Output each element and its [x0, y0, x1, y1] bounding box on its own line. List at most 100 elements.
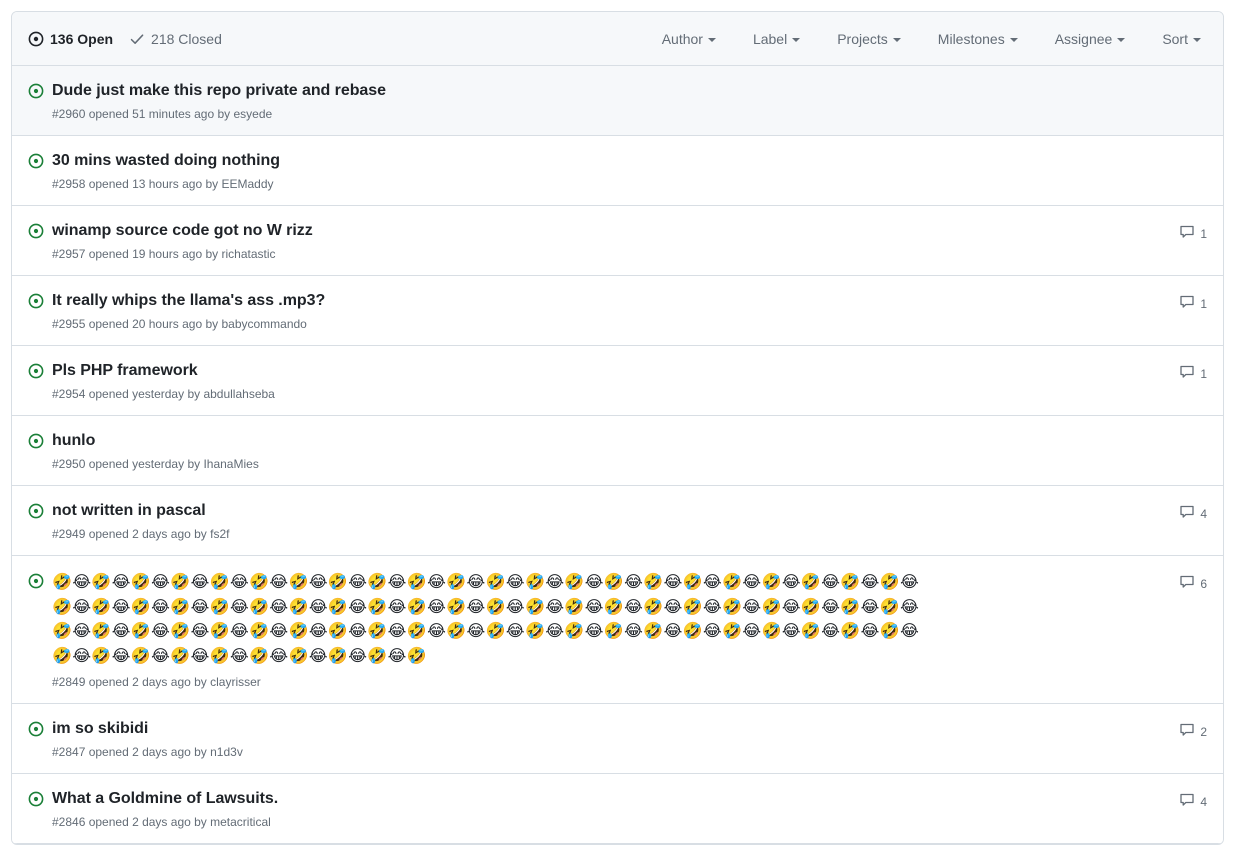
issue-title-link[interactable]: 🤣😂🤣😂🤣😂🤣😂🤣😂🤣😂🤣😂🤣😂🤣😂🤣😂🤣😂🤣😂🤣😂🤣😂🤣😂🤣😂🤣😂🤣😂🤣😂🤣😂…	[52, 570, 932, 668]
issue-row[interactable]: winamp source code got no W rizz #2957 op…	[12, 206, 1223, 276]
issue-row-main: Pls PHP framework #2954 opened yesterday …	[52, 360, 1161, 402]
issue-meta: #2950 opened yesterday by IhanaMies	[52, 457, 259, 471]
comment-count-value: 1	[1200, 226, 1207, 241]
closed-issues-count-label: 218 Closed	[151, 30, 222, 47]
issue-comment-count[interactable]: 4	[1173, 500, 1207, 523]
issue-meta: #2960 opened 51 minutes ago by esyede	[52, 107, 273, 121]
issue-row-main: Dude just make this repo private and reb…	[52, 80, 1161, 122]
comment-icon	[1179, 364, 1195, 383]
issue-opened-icon	[28, 788, 44, 807]
chevron-down-icon	[1009, 37, 1018, 42]
comment-count-value: 6	[1200, 576, 1207, 591]
issue-row[interactable]: hunlo #2950 opened yesterday by IhanaMies	[12, 416, 1223, 486]
issue-comment-count[interactable]: 1	[1173, 360, 1207, 383]
issue-row[interactable]: Dude just make this repo private and reb…	[12, 66, 1223, 136]
issue-title-link[interactable]: Dude just make this repo private and reb…	[52, 80, 1161, 101]
comment-icon	[1179, 792, 1195, 811]
issue-meta: #2955 opened 20 hours ago by babycommand…	[52, 317, 307, 331]
issues-list-header: 136 Open 218 Closed Author Label Project…	[12, 12, 1223, 66]
issue-row[interactable]: Pls PHP framework #2954 opened yesterday …	[12, 346, 1223, 416]
issue-meta: #2846 opened 2 days ago by metacritical	[52, 815, 271, 830]
open-issues-count-label: 136 Open	[50, 30, 114, 47]
issue-opened-icon	[28, 500, 44, 519]
comment-icon	[1179, 574, 1195, 593]
chevron-down-icon	[792, 37, 801, 42]
issue-meta: #2954 opened yesterday by abdullahseba	[52, 387, 275, 401]
issue-row[interactable]: What a Goldmine of Lawsuits. #2846 opened…	[12, 774, 1223, 845]
issues-list-container: 136 Open 218 Closed Author Label Project…	[11, 11, 1224, 846]
comment-icon	[1179, 504, 1195, 523]
filter-open-issues[interactable]: 136 Open	[28, 31, 113, 47]
issue-row-main: 🤣😂🤣😂🤣😂🤣😂🤣😂🤣😂🤣😂🤣😂🤣😂🤣😂🤣😂🤣😂🤣😂🤣😂🤣😂🤣😂🤣😂🤣😂🤣😂🤣😂…	[52, 570, 1161, 690]
issue-title-link[interactable]: winamp source code got no W rizz	[52, 220, 1161, 241]
state-filter-group: 136 Open 218 Closed	[28, 31, 662, 47]
filter-dropdown-milestones[interactable]: Milestones	[938, 31, 1018, 47]
issue-row-main: winamp source code got no W rizz #2957 op…	[52, 220, 1161, 262]
issue-meta: #2849 opened 2 days ago by clayrisser	[52, 675, 261, 690]
issue-meta: #2949 opened 2 days ago by fs2f	[52, 527, 230, 541]
filter-dropdown-author[interactable]: Author	[662, 31, 716, 47]
issue-row[interactable]: im so skibidi #2847 opened 2 days ago by …	[12, 704, 1223, 775]
issue-row-main: im so skibidi #2847 opened 2 days ago by …	[52, 718, 1161, 760]
filter-closed-issues[interactable]: 218 Closed	[129, 31, 222, 47]
issue-comment-count[interactable]: 1	[1173, 220, 1207, 243]
filter-dropdown-assignee[interactable]: Assignee	[1055, 31, 1126, 47]
comment-icon	[1179, 722, 1195, 741]
comment-count-value: 2	[1200, 724, 1207, 739]
filter-dropdown-label-label: Label	[752, 30, 788, 47]
issue-title-link[interactable]: im so skibidi	[52, 718, 1161, 739]
issue-row-main: not written in pascal #2949 opened 2 days…	[52, 500, 1161, 542]
issue-opened-icon	[28, 31, 44, 47]
check-icon	[129, 31, 145, 47]
chevron-down-icon	[892, 37, 901, 42]
filter-dropdown-sort[interactable]: Sort	[1162, 31, 1201, 47]
issue-title-link[interactable]: 30 mins wasted doing nothing	[52, 150, 1161, 171]
comment-count-value: 4	[1200, 794, 1207, 809]
comment-icon	[1179, 294, 1195, 313]
filter-dropdown-author-label: Author	[661, 30, 703, 47]
filter-dropdown-label[interactable]: Label	[752, 30, 801, 47]
filter-dropdown-projects[interactable]: Projects	[837, 31, 901, 47]
issue-comment-count[interactable]: 2	[1173, 718, 1207, 741]
issue-row[interactable]: It really whips the llama's ass .mp3? #29…	[12, 276, 1223, 346]
comment-count-value: 1	[1200, 366, 1207, 381]
issue-comment-count[interactable]: 1	[1173, 290, 1207, 313]
issue-title-link[interactable]: What a Goldmine of Lawsuits.	[52, 788, 1161, 809]
issue-opened-icon	[28, 150, 44, 169]
chevron-down-icon	[1117, 37, 1126, 42]
issue-title-link[interactable]: hunlo	[52, 430, 1161, 451]
issue-row-main: What a Goldmine of Lawsuits. #2846 opened…	[52, 788, 1161, 830]
issue-opened-icon	[28, 718, 44, 737]
chevron-down-icon	[707, 37, 716, 42]
issue-title-link[interactable]: not written in pascal	[52, 500, 1161, 521]
header-filter-dropdowns: Author Label Projects Milestones Assigne…	[662, 31, 1207, 47]
issues-list: Dude just make this repo private and reb…	[12, 66, 1223, 845]
issue-opened-icon	[28, 220, 44, 239]
filter-dropdown-assignee-label: Assignee	[1054, 30, 1113, 47]
issue-row[interactable]: 🤣😂🤣😂🤣😂🤣😂🤣😂🤣😂🤣😂🤣😂🤣😂🤣😂🤣😂🤣😂🤣😂🤣😂🤣😂🤣😂🤣😂🤣😂🤣😂🤣😂…	[12, 556, 1223, 705]
filter-dropdown-milestones-label: Milestones	[937, 30, 1005, 47]
issue-opened-icon	[28, 80, 44, 99]
issue-opened-icon	[28, 570, 44, 589]
issue-meta: #2957 opened 19 hours ago by richatastic	[52, 247, 276, 261]
issue-title-link[interactable]: It really whips the llama's ass .mp3?	[52, 290, 1161, 311]
comment-icon	[1179, 224, 1195, 243]
filter-dropdown-projects-label: Projects	[837, 30, 888, 47]
issue-comment-count[interactable]: 6	[1173, 570, 1207, 593]
comment-count-value: 1	[1200, 296, 1207, 311]
issue-meta: #2958 opened 13 hours ago by EEMaddy	[52, 177, 274, 191]
issue-row[interactable]: not written in pascal #2949 opened 2 days…	[12, 486, 1223, 556]
issue-meta: #2847 opened 2 days ago by n1d3v	[52, 745, 243, 760]
issue-opened-icon	[28, 360, 44, 379]
filter-dropdown-sort-label: Sort	[1162, 30, 1188, 47]
issue-comment-count[interactable]: 4	[1173, 788, 1207, 811]
chevron-down-icon	[1193, 37, 1201, 42]
issue-opened-icon	[28, 430, 44, 449]
issue-row[interactable]: 30 mins wasted doing nothing #2958 opened…	[12, 136, 1223, 206]
issue-title-link[interactable]: Pls PHP framework	[52, 360, 1161, 381]
comment-count-value: 4	[1200, 506, 1207, 521]
issue-row-main: It really whips the llama's ass .mp3? #29…	[52, 290, 1161, 332]
issue-opened-icon	[28, 290, 44, 309]
issue-row-main: 30 mins wasted doing nothing #2958 opened…	[52, 150, 1161, 192]
issue-row-main: hunlo #2950 opened yesterday by IhanaMies	[52, 430, 1161, 472]
